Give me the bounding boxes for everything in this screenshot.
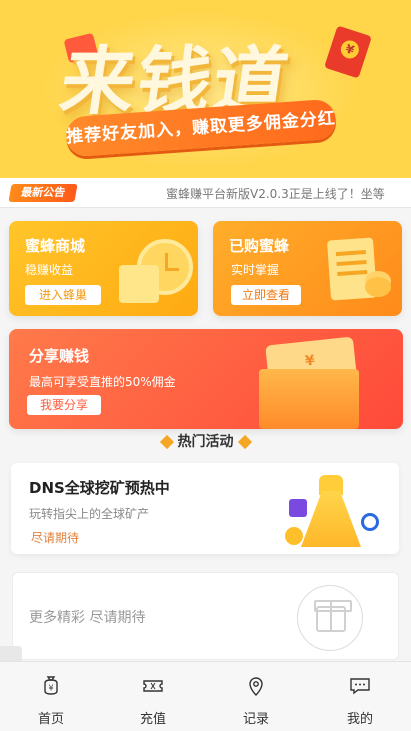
tab-records[interactable]: 记录 [205, 662, 307, 731]
share-card-title: 分享赚钱 [29, 347, 90, 365]
chat-bubble-icon [348, 674, 372, 698]
view-now-button[interactable]: 立即查看 [231, 285, 301, 305]
shopping-bag-icon [289, 499, 307, 517]
activity-status: 尽请期待 [31, 531, 80, 545]
enter-hive-button[interactable]: 进入蜂巢 [25, 285, 101, 305]
share-card[interactable]: 分享赚钱 最高可享受直推的50%佣金 我要分享 [9, 329, 403, 429]
activity-subtitle: 玩转指尖上的全球矿产 [29, 507, 150, 521]
tab-home-label: 首页 [37, 712, 64, 727]
location-pin-icon [244, 674, 268, 698]
tab-recharge[interactable]: 充值 [102, 662, 204, 731]
gift-circle [297, 585, 363, 651]
activity-card-dns-mining[interactable]: DNS全球挖矿预热中 玩转指尖上的全球矿产 尽请期待 [11, 463, 399, 554]
dress-shopping-illustration [281, 471, 381, 551]
notice-badge: 最新公告 [8, 184, 78, 202]
tab-profile-label: 我的 [346, 712, 373, 727]
store-card[interactable]: 蜜蜂商城 稳赚收益 进入蜂巢 [9, 221, 198, 316]
more-activities-text: 更多精彩 尽请期待 [29, 610, 146, 626]
coin-icon [285, 527, 303, 545]
svg-text:¥: ¥ [48, 684, 53, 693]
notice-bar[interactable]: 最新公告 蜜蜂赚平台新版V2.0.3正是上线了！坐等 [0, 178, 411, 208]
left-diamond-icon [159, 434, 174, 450]
bottom-tab-bar: ¥ 首页 充值 记录 我的 [0, 661, 411, 731]
money-bag-icon: ¥ [39, 674, 63, 698]
list-icon [119, 265, 159, 303]
share-button[interactable]: 我要分享 [27, 395, 101, 415]
store-card-subtitle: 稳赚收益 [25, 263, 74, 277]
purchased-card-title: 已购蜜蜂 [229, 237, 290, 255]
right-diamond-icon [237, 434, 252, 450]
tab-records-label: 记录 [242, 712, 269, 727]
tab-recharge-label: 充值 [139, 712, 166, 727]
notice-text[interactable]: 蜜蜂赚平台新版V2.0.3正是上线了！坐等 [166, 185, 406, 203]
share-card-subtitle: 最高可享受直推的50%佣金 [29, 375, 176, 389]
hero-banner[interactable]: 来钱道 推荐好友加入，赚取更多佣金分红 [0, 0, 411, 178]
purchased-card[interactable]: 已购蜜蜂 实时掌握 立即查看 [213, 221, 402, 316]
hot-activities-title: 热门活动 [177, 434, 234, 450]
store-card-title: 蜜蜂商城 [25, 237, 86, 255]
gift-icon [314, 600, 352, 632]
ticket-icon [141, 674, 165, 698]
hot-activities-heading: 热门活动 [0, 431, 411, 451]
headphones-icon [361, 513, 379, 531]
gift-box-icon [259, 369, 359, 429]
activity-title: DNS全球挖矿预热中 [29, 479, 170, 497]
purchased-card-subtitle: 实时掌握 [231, 263, 280, 277]
tab-home[interactable]: ¥ 首页 [0, 662, 102, 731]
coins-icon [365, 277, 391, 297]
tab-profile[interactable]: 我的 [309, 662, 411, 731]
more-activities-card[interactable]: 更多精彩 尽请期待 [12, 572, 399, 660]
dress-skirt [301, 491, 361, 547]
